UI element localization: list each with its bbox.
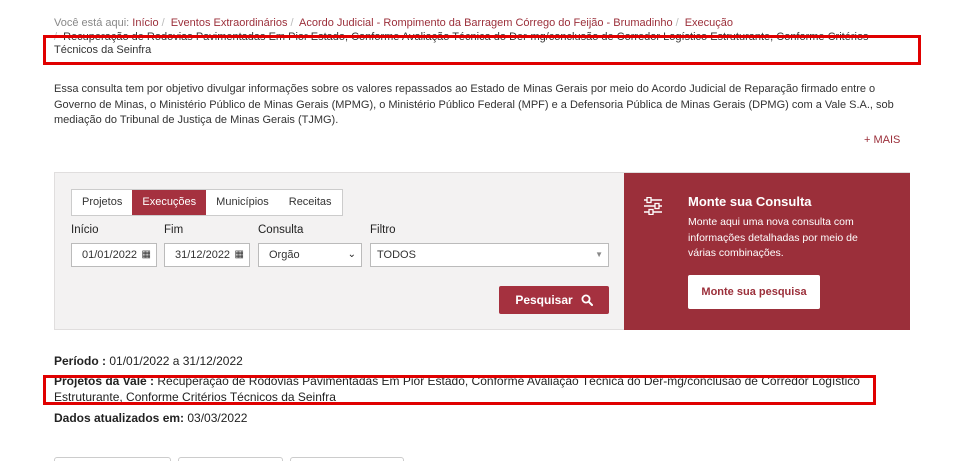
tab-municipios[interactable]: Municípios <box>206 190 279 215</box>
inicio-date-input[interactable]: 01/01/2022 ▦ <box>71 243 157 267</box>
dados-value: 03/03/2022 <box>187 411 248 425</box>
search-button-label: Pesquisar <box>515 293 573 307</box>
inicio-date-value: 01/01/2022 <box>82 249 138 261</box>
build-query-button[interactable]: Monte sua pesquisa <box>688 275 820 309</box>
filtro-label: Filtro <box>370 224 396 236</box>
periodo-label: Período : <box>54 354 107 368</box>
query-panel: Projetos Execuções Municípios Receitas I… <box>54 172 910 330</box>
tab-execucoes[interactable]: Execuções <box>132 190 207 215</box>
consulta-label: Consulta <box>258 224 304 236</box>
results-summary: Período : 01/01/2022 a 31/12/2022 Projet… <box>54 353 884 430</box>
fim-label: Fim <box>164 224 184 236</box>
sliders-icon <box>644 197 662 215</box>
calendar-icon[interactable]: ▦ <box>142 244 151 266</box>
dados-label: Dados atualizados em: <box>54 411 185 425</box>
tab-projetos[interactable]: Projetos <box>72 190 132 215</box>
periodo-value: 01/01/2022 a 31/12/2022 <box>109 354 243 368</box>
breadcrumb-current: Recuperação de Rodovias Pavimentadas Em … <box>54 31 869 56</box>
breadcrumb-link-execucao[interactable]: Execução <box>685 17 733 29</box>
tab-receitas[interactable]: Receitas <box>279 190 342 215</box>
consulta-select-value: Orgão <box>269 249 300 261</box>
breadcrumb-link-inicio[interactable]: Início <box>132 17 158 29</box>
filtro-select[interactable]: TODOS ▼ <box>370 243 609 267</box>
consulta-select[interactable]: Orgão ⌄ <box>258 243 362 267</box>
breadcrumb-label: Você está aqui: <box>54 17 130 29</box>
build-query-description: Monte aqui uma nova consulta com informa… <box>688 216 858 259</box>
bottom-tab[interactable] <box>54 457 171 461</box>
projetos-value: Recuperação de Rodovias Pavimentadas Em … <box>54 374 860 404</box>
chevron-down-icon: ⌄ <box>347 249 356 260</box>
breadcrumb: Você está aqui: Início / Eventos Extraord… <box>54 17 869 56</box>
calendar-icon[interactable]: ▦ <box>235 244 244 266</box>
fim-date-input[interactable]: 31/12/2022 ▦ <box>164 243 250 267</box>
bottom-tab[interactable] <box>178 457 283 461</box>
breadcrumb-link-acordo[interactable]: Acordo Judicial - Rompimento da Barragem… <box>299 17 673 29</box>
chevron-down-icon: ▼ <box>595 250 603 259</box>
inicio-label: Início <box>71 224 99 236</box>
bottom-tab[interactable] <box>290 457 404 461</box>
filtro-select-value: TODOS <box>377 249 416 261</box>
breadcrumb-link-eventos[interactable]: Eventos Extraordinários <box>171 17 288 29</box>
intro-text: Essa consulta tem por objetivo divulgar … <box>54 83 894 126</box>
build-query-title: Monte sua Consulta <box>688 194 812 209</box>
projetos-label: Projetos da Vale : <box>54 374 155 388</box>
search-icon <box>581 294 593 306</box>
fim-date-value: 31/12/2022 <box>175 249 231 261</box>
build-query-panel: Monte sua Consulta Monte aqui uma nova c… <box>624 173 910 330</box>
search-button[interactable]: Pesquisar <box>499 286 609 314</box>
more-link[interactable]: + MAIS <box>864 134 900 146</box>
tab-bar: Projetos Execuções Municípios Receitas <box>71 189 343 216</box>
